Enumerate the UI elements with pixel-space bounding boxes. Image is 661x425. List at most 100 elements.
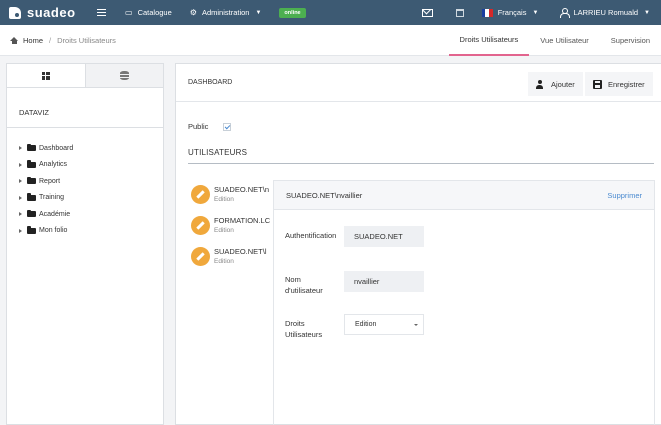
- page-tabs: Droits Utilisateurs Vue Utilisateur Supe…: [448, 25, 661, 56]
- nav-administration-label: Administration: [201, 8, 250, 17]
- user-detail-header: SUADEO.NET\nvaillier Supprimer: [274, 181, 654, 210]
- calendar-icon[interactable]: [455, 8, 464, 17]
- caret-right-icon[interactable]: [19, 212, 22, 217]
- breadcrumb-current: Droits Utilisateurs: [57, 35, 116, 45]
- breadcrumb-home[interactable]: Home: [23, 36, 43, 45]
- tab-vue-utilisateur[interactable]: Vue Utilisateur: [529, 25, 600, 56]
- sidebar-tab-dashboards[interactable]: [7, 64, 85, 87]
- add-user-icon: [536, 79, 545, 89]
- user-item-role: Edition: [214, 227, 234, 234]
- folder-icon: [27, 176, 36, 185]
- tree-item-academie[interactable]: Académie: [19, 206, 163, 223]
- breadcrumb-bar: Home / Droits Utilisateurs Droits Utilis…: [0, 25, 661, 56]
- floppy-disk-icon: [593, 79, 602, 89]
- section-divider: [188, 163, 654, 164]
- sidebar-title: DATAVIZ: [7, 88, 163, 128]
- page-title: DASHBOARD: [188, 79, 233, 86]
- tree-item-analytics[interactable]: Analytics: [19, 157, 163, 174]
- list-item[interactable]: SUADEO.NET\l Edition: [191, 247, 271, 278]
- suadeo-logo-icon: [9, 6, 21, 19]
- tab-supervision[interactable]: Supervision: [600, 25, 661, 56]
- caret-right-icon[interactable]: [19, 162, 22, 167]
- user-menu[interactable]: LARRIEU Romuald ▼: [560, 8, 650, 18]
- chevron-down-icon: ▼: [644, 9, 650, 16]
- sidebar-tab-data[interactable]: [84, 64, 163, 87]
- pencil-icon: [191, 216, 210, 235]
- sidebar-tabs: [7, 64, 163, 88]
- caret-right-icon[interactable]: [19, 146, 22, 151]
- tree-item-label: Dashboard: [39, 144, 74, 152]
- list-item[interactable]: SUADEO.NET\n Edition: [191, 185, 271, 216]
- tree-item-mon-folio[interactable]: Mon folio: [19, 223, 163, 240]
- window-icon: ▭: [125, 8, 133, 17]
- breadcrumb-separator: /: [49, 35, 52, 45]
- tree-item-label: Training: [39, 194, 65, 202]
- authentication-field[interactable]: SUADEO.NET: [344, 226, 424, 247]
- save-button[interactable]: Enregistrer: [585, 72, 653, 96]
- database-icon: [119, 71, 129, 80]
- tree-item-label: Mon folio: [39, 227, 68, 235]
- folder-icon: [27, 143, 36, 152]
- status-badge: online: [279, 7, 306, 18]
- user-item-name: FORMATION.LC: [214, 216, 271, 225]
- folder-icon: [27, 226, 36, 234]
- sidebar-panel: DATAVIZ Dashboard Analytics Report Train…: [6, 63, 164, 425]
- tree-item-label: Report: [39, 177, 61, 185]
- username-field[interactable]: nvaillier: [344, 271, 424, 292]
- caret-right-icon[interactable]: [19, 228, 22, 233]
- main-panel: DASHBOARD Ajouter Enregistrer Public UTI…: [175, 63, 661, 425]
- folder-icon: [27, 209, 36, 218]
- users-section-title: UTILISATEURS: [188, 148, 248, 157]
- home-icon[interactable]: [10, 36, 18, 44]
- caret-right-icon[interactable]: [19, 179, 22, 184]
- tree-item-label: Académie: [39, 210, 71, 218]
- tree-item-dashboard[interactable]: Dashboard: [19, 140, 163, 157]
- chevron-down-icon: ▼: [532, 9, 539, 16]
- public-checkbox[interactable]: [223, 122, 232, 131]
- user-icon: [560, 8, 571, 18]
- user-item-role: Edition: [214, 258, 234, 265]
- nav-administration[interactable]: ⚙ Administration ▼: [190, 8, 262, 17]
- pencil-icon: [191, 247, 210, 266]
- nav-catalogue-label: Catalogue: [137, 8, 172, 17]
- list-item[interactable]: FORMATION.LC Edition: [191, 216, 271, 247]
- brand-logo[interactable]: suadeo: [9, 5, 92, 20]
- chevron-down-icon: ▼: [255, 9, 262, 16]
- grid-icon: [41, 71, 50, 80]
- pencil-icon: [191, 185, 210, 204]
- username-label: Nom d'utilisateur: [285, 275, 323, 295]
- rights-select-value: Edition: [355, 321, 377, 328]
- chevron-down-icon: [414, 324, 418, 326]
- top-navbar: suadeo ▭ Catalogue ⚙ Administration ▼ on…: [0, 0, 661, 25]
- language-label: Français: [497, 8, 527, 17]
- user-list: SUADEO.NET\n Edition FORMATION.LC Editio…: [191, 185, 271, 278]
- tab-droits-utilisateurs[interactable]: Droits Utilisateurs: [448, 25, 530, 56]
- user-item-role: Edition: [214, 196, 234, 203]
- folder-icon: [27, 160, 36, 168]
- authentication-label: Authentification: [285, 231, 337, 240]
- delete-link[interactable]: Supprimer: [607, 191, 642, 200]
- user-detail-panel: SUADEO.NET\nvaillier Supprimer Authentif…: [273, 180, 655, 425]
- public-label: Public: [188, 122, 209, 131]
- add-user-button[interactable]: Ajouter: [528, 72, 583, 96]
- tree-item-training[interactable]: Training: [19, 190, 163, 207]
- rights-label: Droits Utilisateurs: [285, 319, 323, 339]
- save-label: Enregistrer: [608, 79, 645, 89]
- caret-right-icon[interactable]: [19, 195, 22, 200]
- language-selector[interactable]: Français ▼: [481, 8, 539, 17]
- tree-item-label: Analytics: [39, 161, 68, 169]
- settings-icon: ⚙: [189, 8, 197, 17]
- french-flag-icon: [481, 8, 493, 17]
- brand-name: suadeo: [27, 5, 76, 20]
- folder-icon: [27, 193, 36, 201]
- mail-icon[interactable]: [421, 8, 433, 17]
- add-user-label: Ajouter: [551, 79, 575, 89]
- folder-tree: Dashboard Analytics Report Training Acad…: [7, 128, 163, 239]
- rights-select[interactable]: Edition: [344, 314, 424, 335]
- user-name: LARRIEU Romuald: [573, 8, 639, 17]
- tree-item-report[interactable]: Report: [19, 173, 163, 190]
- nav-catalogue[interactable]: ▭ Catalogue: [125, 8, 172, 17]
- user-item-name: SUADEO.NET\n: [214, 185, 270, 194]
- user-detail-title: SUADEO.NET\nvaillier: [286, 190, 363, 200]
- menu-icon[interactable]: [97, 9, 106, 16]
